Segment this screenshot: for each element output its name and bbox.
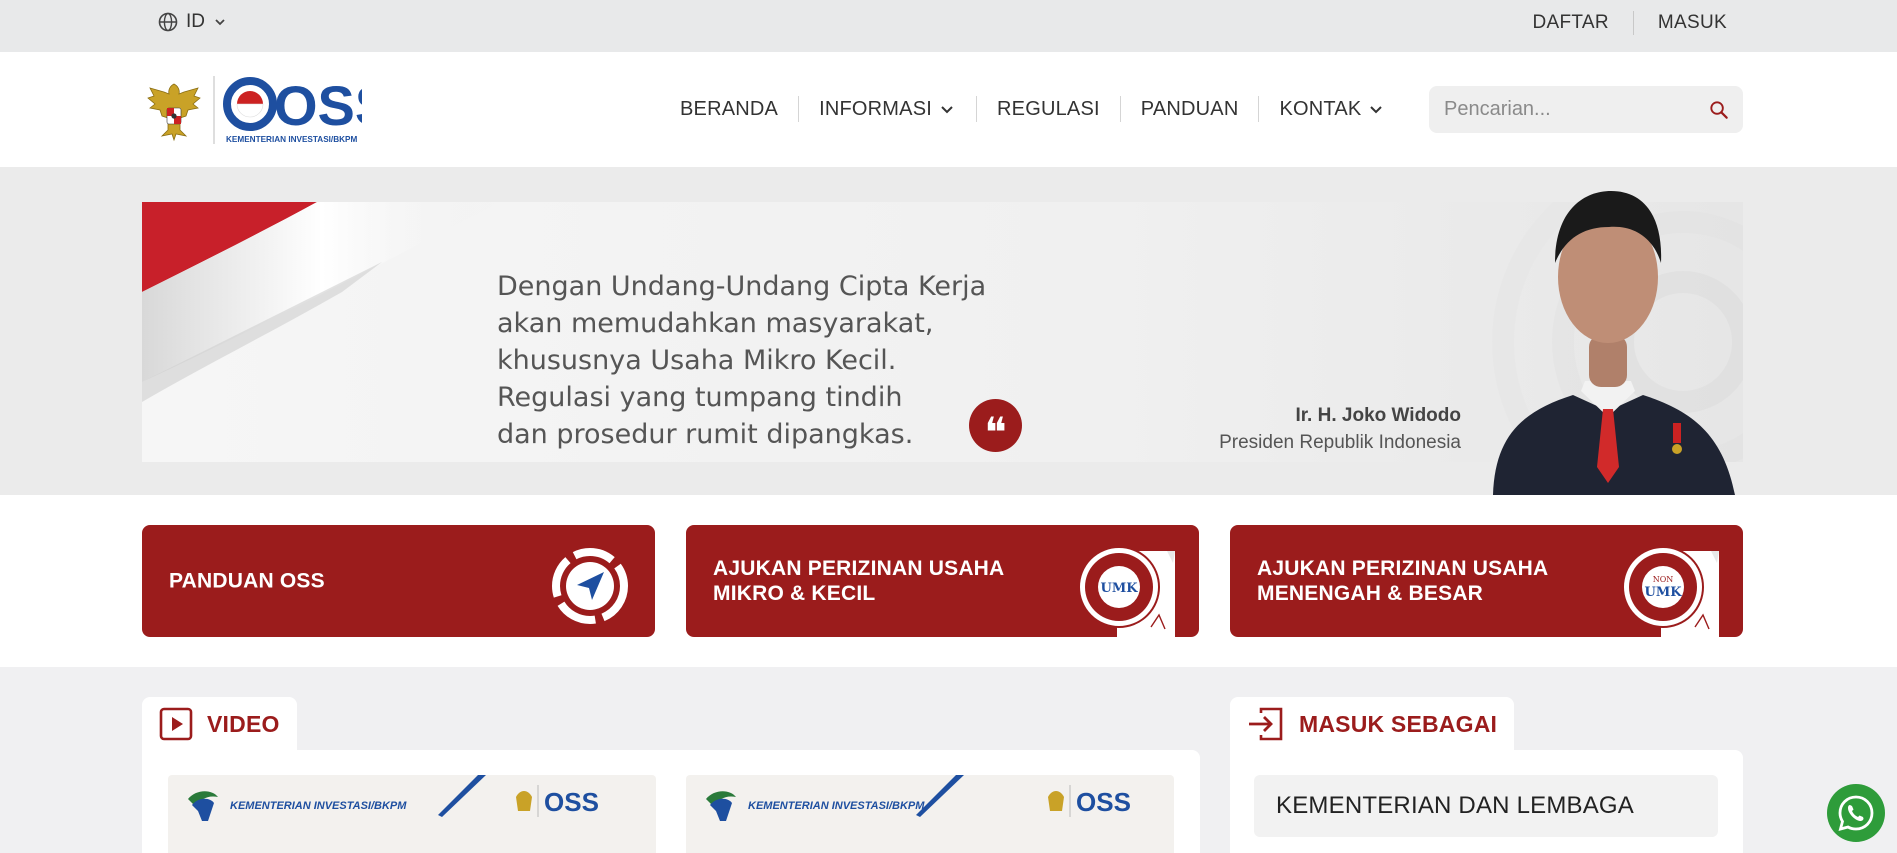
nav-item-kontak[interactable]: KONTAK [1279, 98, 1385, 121]
flag-decoration [142, 202, 502, 402]
non-umk-permit-button[interactable]: AJUKAN PERIZINAN USAHA MENENGAH & BESAR … [1230, 525, 1743, 637]
video-thumbnail[interactable]: KEMENTERIAN INVESTASI/BKPM OSS [686, 775, 1174, 853]
oss-logo[interactable]: OSS KEMENTERIAN INVESTASI/BKPM [142, 72, 362, 150]
video-thumbnail[interactable]: KEMENTERIAN INVESTASI/BKPM OSS [168, 775, 656, 853]
chevron-down-icon [1370, 106, 1383, 114]
svg-text:NON: NON [1653, 575, 1674, 584]
language-selector[interactable]: ID [158, 10, 227, 34]
hero-carousel: Dengan Undang-Undang Cipta Kerja akan me… [0, 167, 1897, 641]
nav-item-beranda[interactable]: BERANDA [680, 98, 778, 121]
nav-item-informasi[interactable]: INFORMASI [819, 98, 956, 121]
sign-in-icon [1249, 707, 1283, 741]
play-icon [159, 707, 193, 741]
quote-mark-icon: ❝ [969, 399, 1022, 453]
account-links: DAFTAR MASUK [1533, 10, 1727, 36]
oss-wordmark: OSS [274, 74, 362, 137]
video-section-title: VIDEO [207, 710, 280, 737]
umk-seal-icon: UMK [1078, 546, 1175, 637]
umk-permit-button[interactable]: AJUKAN PERIZINAN USAHA MIKRO & KECIL UMK [686, 525, 1199, 637]
president-portrait [1493, 191, 1735, 495]
chevron-down-icon [215, 19, 225, 26]
main-header: OSS KEMENTERIAN INVESTASI/BKPM BERANDA I… [0, 52, 1897, 167]
video-section-tab: VIDEO [142, 697, 297, 751]
svg-text:UMK: UMK [1100, 581, 1138, 596]
nav-item-regulasi[interactable]: REGULASI [997, 98, 1100, 121]
non-umk-seal-icon: NON UMK [1622, 546, 1719, 637]
divider [1632, 11, 1634, 35]
register-link[interactable]: DAFTAR [1533, 12, 1609, 34]
panduan-oss-button[interactable]: PANDUAN OSS [142, 525, 655, 637]
chevron-down-icon [941, 106, 953, 114]
search-box [1429, 86, 1743, 133]
svg-text:UMK: UMK [1644, 585, 1682, 600]
garuda-emblem-icon [147, 83, 201, 142]
svg-text:OSS: OSS [1076, 787, 1131, 817]
login-link[interactable]: MASUK [1658, 12, 1727, 34]
bkpm-logo-icon [706, 791, 736, 821]
globe-icon [158, 12, 178, 32]
thumbnail-header: KEMENTERIAN INVESTASI/BKPM OSS [188, 775, 599, 821]
quick-actions: PANDUAN OSS AJUKAN PERIZINAN USAHA MIKRO… [0, 495, 1897, 667]
login-as-ministry-button[interactable]: KEMENTERIAN DAN LEMBAGA [1254, 775, 1718, 837]
compass-icon [552, 548, 628, 624]
whatsapp-chat-button[interactable] [1827, 784, 1885, 842]
nav-item-panduan[interactable]: PANDUAN [1141, 98, 1239, 121]
oss-logo-subtitle: KEMENTERIAN INVESTASI/BKPM [226, 135, 357, 144]
svg-text:KEMENTERIAN INVESTASI/BKPM: KEMENTERIAN INVESTASI/BKPM [230, 800, 407, 812]
main-navigation: BERANDA INFORMASI REGULASI PANDUAN KONTA… [680, 94, 1385, 124]
bkpm-logo-icon [188, 791, 218, 821]
whatsapp-icon [1838, 795, 1874, 831]
search-icon[interactable] [1709, 97, 1729, 123]
hero-slide: Dengan Undang-Undang Cipta Kerja akan me… [142, 167, 1743, 495]
svg-text:OSS: OSS [544, 787, 599, 817]
login-as-section-tab: MASUK SEBAGAI [1230, 697, 1515, 751]
login-as-section-title: MASUK SEBAGAI [1299, 710, 1498, 737]
language-code: ID [186, 11, 205, 32]
svg-text:KEMENTERIAN INVESTASI/BKPM: KEMENTERIAN INVESTASI/BKPM [748, 800, 925, 812]
search-input[interactable] [1444, 98, 1709, 121]
thumbnail-header: KEMENTERIAN INVESTASI/BKPM OSS [706, 775, 1131, 821]
top-bar: ID DAFTAR MASUK [0, 0, 1897, 52]
